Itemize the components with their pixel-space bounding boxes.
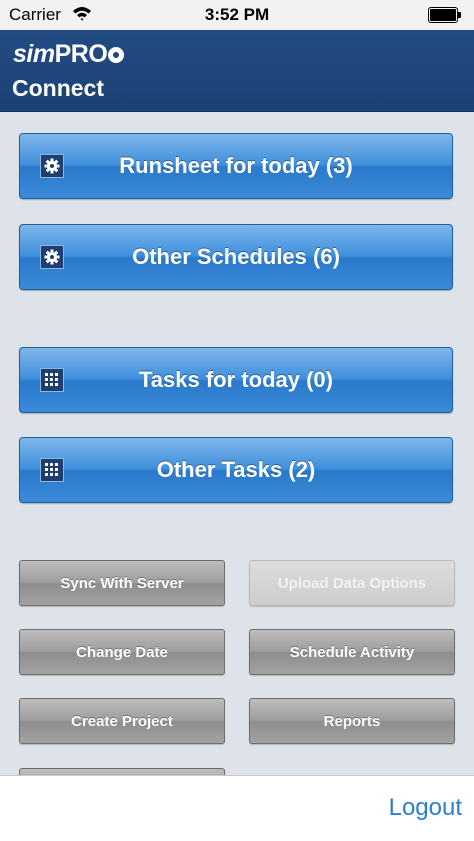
logo-pro: PRO — [54, 40, 108, 68]
runsheet-today-button[interactable]: Runsheet for today (3) — [19, 133, 453, 199]
bottom-toolbar: Logout — [0, 775, 474, 841]
tasks-today-label: Tasks for today (0) — [139, 367, 333, 392]
app-header: simPRO Connect — [0, 30, 474, 112]
other-tasks-button[interactable]: Other Tasks (2) — [19, 437, 453, 503]
other-tasks-label: Other Tasks (2) — [156, 457, 316, 482]
reports-button[interactable]: Reports — [249, 698, 455, 744]
other-schedules-label: Other Schedules (6) — [132, 244, 340, 269]
status-bar: Carrier 3:52 PM — [0, 0, 474, 30]
simpro-logo: simPRO — [13, 39, 125, 69]
battery-icon — [428, 7, 462, 23]
other-schedules-button[interactable]: Other Schedules (6) — [19, 224, 453, 290]
logout-button[interactable]: Logout — [389, 794, 462, 822]
create-project-button[interactable]: Create Project — [19, 698, 225, 744]
status-time: 3:52 PM — [204, 5, 270, 24]
logo-mark-icon — [108, 47, 125, 63]
change-date-button[interactable]: Change Date — [19, 629, 225, 675]
logo-sim: sim — [13, 40, 55, 68]
upload-data-options-button[interactable]: Upload Data Options — [249, 560, 455, 606]
sync-with-server-button[interactable]: Sync With Server — [19, 560, 225, 606]
page-title: Connect — [12, 75, 104, 101]
schedule-activity-button[interactable]: Schedule Activity — [249, 629, 455, 675]
runsheet-today-label: Runsheet for today (3) — [119, 153, 353, 178]
tasks-today-button[interactable]: Tasks for today (0) — [19, 347, 453, 413]
